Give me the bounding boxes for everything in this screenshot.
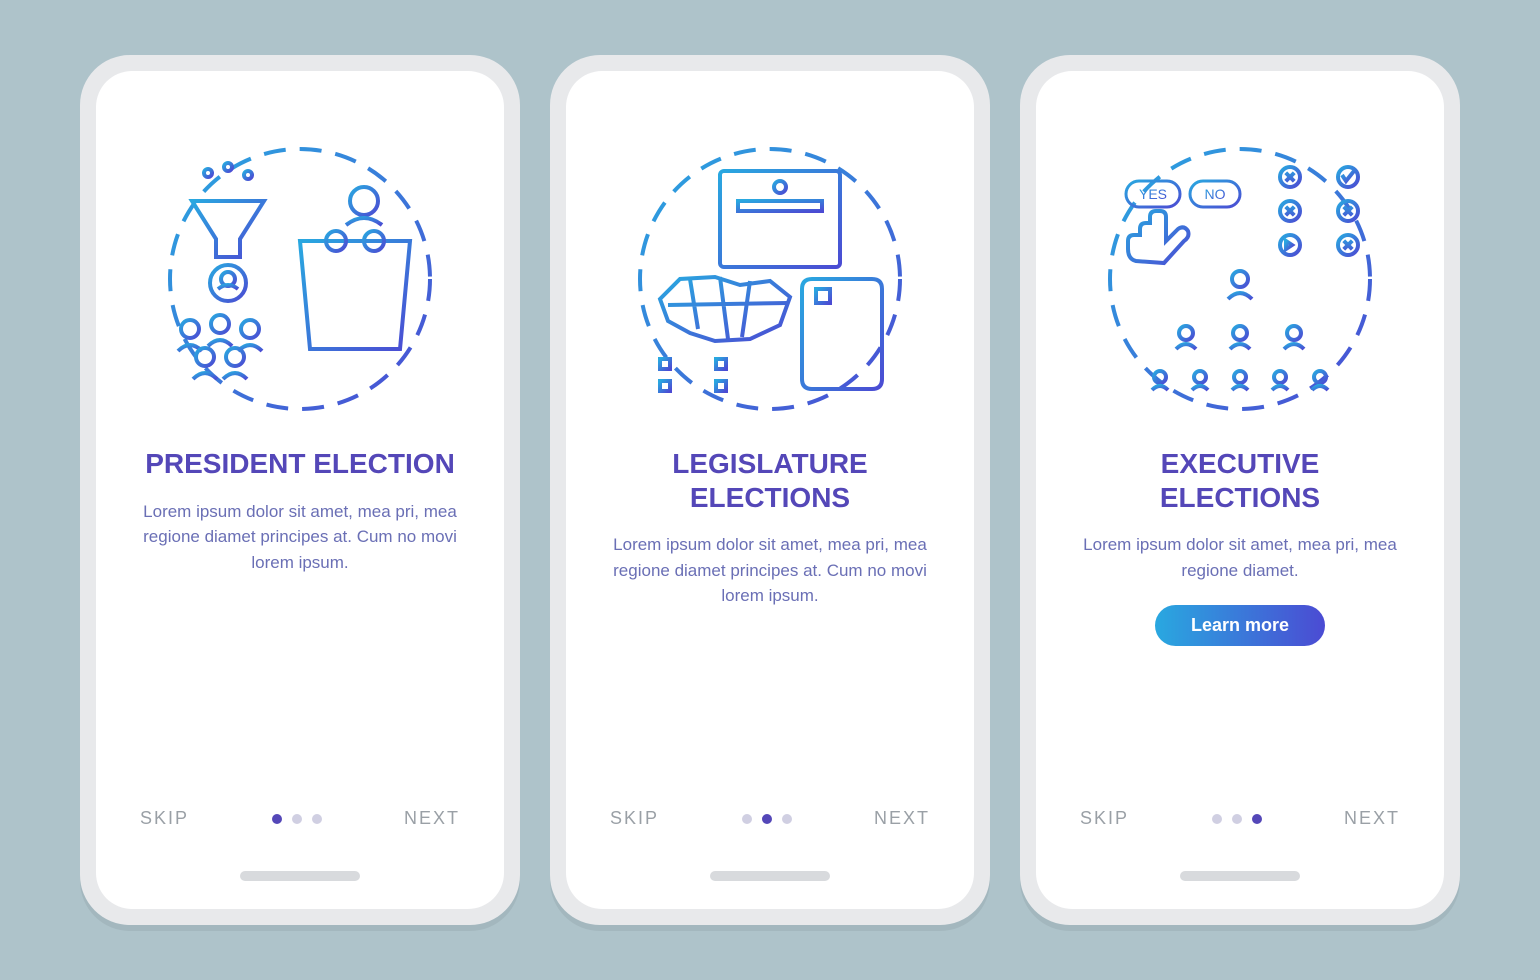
executive-elections-illustration: YES NO [1090,129,1390,429]
page-dot-2[interactable] [1232,814,1242,824]
next-button[interactable]: NEXT [1344,808,1400,829]
page-dot-3[interactable] [1252,814,1262,824]
page-dots [742,814,792,824]
onboarding-title: Legislature elections [672,447,867,514]
page-dot-1[interactable] [1212,814,1222,824]
page-dots [1212,814,1262,824]
home-indicator [1180,871,1300,881]
onboarding-nav: SKIP NEXT [96,808,504,829]
page-dot-2[interactable] [762,814,772,824]
home-indicator [240,871,360,881]
skip-button[interactable]: SKIP [610,808,659,829]
learn-more-button[interactable]: Learn more [1155,605,1325,646]
page-dot-2[interactable] [292,814,302,824]
onboarding-title: President election [145,447,455,481]
legislature-elections-illustration [620,129,920,429]
onboarding-description: Lorem ipsum dolor sit amet, mea pri, mea… [1080,532,1400,583]
svg-text:YES: YES [1139,186,1167,202]
next-button[interactable]: NEXT [404,808,460,829]
skip-button[interactable]: SKIP [1080,808,1129,829]
phone-mockup-1: President election Lorem ipsum dolor sit… [80,55,520,925]
onboarding-screen-3: YES NO [1036,71,1444,909]
onboarding-nav: SKIP NEXT [566,808,974,829]
phone-mockup-2: Legislature elections Lorem ipsum dolor … [550,55,990,925]
page-dot-3[interactable] [782,814,792,824]
page-dot-3[interactable] [312,814,322,824]
onboarding-description: Lorem ipsum dolor sit amet, mea pri, mea… [610,532,930,609]
svg-text:NO: NO [1205,186,1226,202]
onboarding-description: Lorem ipsum dolor sit amet, mea pri, mea… [140,499,460,576]
onboarding-screen-2: Legislature elections Lorem ipsum dolor … [566,71,974,909]
skip-button[interactable]: SKIP [140,808,189,829]
home-indicator [710,871,830,881]
onboarding-nav: SKIP NEXT [1036,808,1444,829]
president-election-illustration [150,129,450,429]
onboarding-title: Executive elections [1160,447,1320,514]
page-dots [272,814,322,824]
next-button[interactable]: NEXT [874,808,930,829]
page-dot-1[interactable] [272,814,282,824]
onboarding-screen-1: President election Lorem ipsum dolor sit… [96,71,504,909]
phone-mockup-3: YES NO [1020,55,1460,925]
page-dot-1[interactable] [742,814,752,824]
